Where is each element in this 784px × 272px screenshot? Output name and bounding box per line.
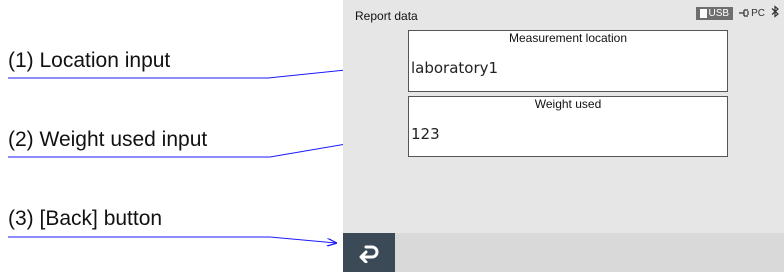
weight-used-field-header: Weight used — [408, 96, 728, 112]
bluetooth-icon — [771, 5, 780, 21]
return-arrow-icon — [359, 245, 379, 263]
usb-status-label: USB — [708, 7, 730, 19]
screen-title: Report data — [355, 9, 418, 23]
location-input[interactable]: laboratory1 — [408, 45, 728, 92]
annotation-weight-used-input: (2) Weight used input — [8, 128, 208, 151]
annotation-back-button: (3) [Back] button — [8, 207, 163, 230]
location-field-header: Measurement location — [408, 30, 728, 46]
pc-connection-status: PC — [739, 8, 765, 19]
usb-status-badge: USB — [695, 6, 734, 20]
back-button[interactable] — [343, 233, 395, 272]
bottom-bar — [343, 233, 784, 272]
pc-status-label: PC — [751, 7, 765, 19]
plug-icon — [739, 9, 749, 17]
status-area: USB PC — [695, 5, 784, 21]
annotation-arrow-back — [8, 236, 336, 243]
weight-used-input[interactable]: 123 — [408, 111, 728, 157]
annotation-location-input: (1) Location input — [8, 49, 171, 72]
title-bar: Report data USB PC — [343, 0, 784, 26]
usb-memory-icon — [699, 8, 707, 18]
device-screen: Report data USB PC Measurement location … — [343, 0, 784, 272]
